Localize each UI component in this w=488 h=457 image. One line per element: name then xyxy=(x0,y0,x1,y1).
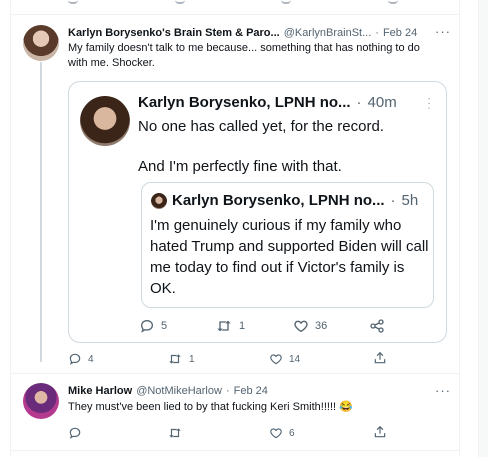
handle[interactable]: @KarlynBrainSt... xyxy=(284,26,372,40)
retweet-button[interactable]: 1 xyxy=(167,352,195,366)
more-options-icon[interactable]: ··· xyxy=(423,97,435,111)
reply-icon[interactable] xyxy=(68,0,78,4)
retweet-button[interactable]: 1 xyxy=(215,318,245,334)
heart-icon xyxy=(269,352,283,366)
quoted-tweet-text: No one has called yet, for the record. xyxy=(138,118,384,135)
tweet-text: My family doesn't talk to me because... … xyxy=(68,41,420,71)
like-button[interactable]: 36 xyxy=(293,318,327,334)
avatar[interactable] xyxy=(23,383,59,419)
divider xyxy=(10,450,459,451)
timeline-left-border xyxy=(10,0,11,457)
quoted-tweet-header: Karlyn Borysenko, LPNH no... · 40m xyxy=(138,93,397,113)
more-options-icon[interactable]: ··· xyxy=(435,384,451,397)
reply-button[interactable]: 5 xyxy=(139,318,167,334)
separator: · xyxy=(375,27,379,39)
previous-tweet-actions xyxy=(68,0,398,6)
share-icon[interactable] xyxy=(387,0,398,4)
reply-icon xyxy=(139,318,155,334)
retweet-icon xyxy=(167,352,183,366)
avatar[interactable] xyxy=(80,96,130,146)
retweet-icon xyxy=(167,426,183,440)
tweet-header: Mike Harlow @NotMikeHarlow · Feb 24 xyxy=(68,384,268,398)
like-icon[interactable] xyxy=(281,0,292,4)
tweet-time[interactable]: 40m xyxy=(368,93,397,113)
handle[interactable]: @NotMikeHarlow xyxy=(136,384,222,398)
separator: · xyxy=(225,385,230,397)
display-name[interactable]: Karlyn Borysenko, LPNH no... xyxy=(138,93,351,113)
retweet-count: 1 xyxy=(239,320,246,332)
share-icon xyxy=(373,425,387,439)
tweet-date[interactable]: Feb 24 xyxy=(234,384,268,398)
share-icon xyxy=(373,351,387,365)
share-button[interactable] xyxy=(373,351,387,365)
like-count: 36 xyxy=(315,320,328,332)
reply-count: 5 xyxy=(161,320,168,332)
nested-quote-text: I'm genuinely curious if my family who h… xyxy=(150,217,429,297)
timeline-right-border xyxy=(459,0,460,457)
reply-count: 4 xyxy=(88,353,94,365)
more-options-icon[interactable]: ··· xyxy=(435,25,451,38)
tweet-header: Karlyn Borysenko's Brain Stem & Paro... … xyxy=(68,26,417,40)
reply-button[interactable]: 4 xyxy=(68,352,94,366)
divider xyxy=(10,373,459,374)
heart-icon xyxy=(269,426,283,440)
share-button[interactable] xyxy=(369,318,385,334)
tweet-time[interactable]: 5h xyxy=(402,191,419,211)
reply-icon xyxy=(68,426,82,440)
sidebar-edge xyxy=(478,0,488,457)
quoted-tweet-text: And I'm perfectly fine with that. xyxy=(138,158,342,175)
heart-icon xyxy=(293,318,309,334)
share-button[interactable] xyxy=(373,425,387,439)
tweet-text: They must've been lied to by that fuckin… xyxy=(68,401,353,413)
separator: · xyxy=(390,192,396,209)
like-button[interactable]: 14 xyxy=(269,352,300,366)
tweet-text-line: My family doesn't talk to me because... … xyxy=(68,42,420,54)
display-name[interactable]: Mike Harlow xyxy=(68,384,132,398)
tweet-text-line: with me. Shocker. xyxy=(68,57,155,69)
display-name[interactable]: Karlyn Borysenko, LPNH no... xyxy=(172,191,385,211)
tweet-date[interactable]: Feb 24 xyxy=(383,26,417,40)
nested-quote-header: Karlyn Borysenko, LPNH no... · 5h xyxy=(172,191,418,211)
reply-button[interactable] xyxy=(68,426,82,440)
like-count: 14 xyxy=(289,353,301,365)
display-name[interactable]: Karlyn Borysenko's Brain Stem & Paro... xyxy=(68,26,280,40)
avatar[interactable] xyxy=(23,25,59,61)
like-button[interactable]: 6 xyxy=(269,426,295,440)
share-network-icon xyxy=(369,318,385,334)
thread-connector-line xyxy=(40,62,42,362)
reply-icon xyxy=(68,352,82,366)
avatar[interactable] xyxy=(151,193,167,209)
separator: · xyxy=(356,94,362,111)
retweet-icon[interactable] xyxy=(174,0,185,4)
retweet-icon xyxy=(215,318,233,334)
retweet-count: 1 xyxy=(189,353,195,365)
retweet-button[interactable] xyxy=(167,426,183,440)
divider xyxy=(10,14,459,15)
like-count: 6 xyxy=(289,427,295,439)
